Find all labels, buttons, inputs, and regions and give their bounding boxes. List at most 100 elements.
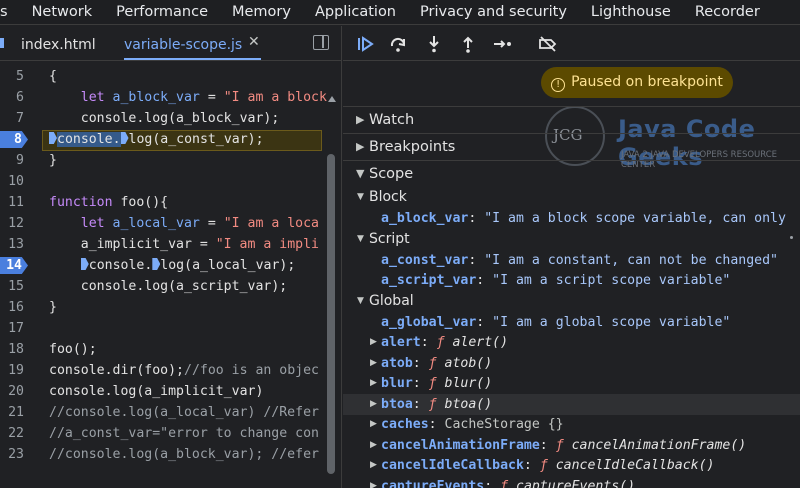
line-number[interactable]: 5 [0,66,24,87]
scrollbar-indicator[interactable] [790,236,793,239]
scroll-up-icon[interactable] [328,96,336,102]
tab-network[interactable]: Network [32,0,93,24]
file-tab-variable-scope-js[interactable]: variable-scope.js [124,26,261,60]
scope-property-row[interactable]: a_const_var: "I am a constant, can not b… [343,250,800,271]
line-number[interactable]: 9 [0,150,24,171]
code-line[interactable]: 18 foo(); [0,339,326,360]
code-line[interactable]: 12 let a_local_var = "I am a loca [0,213,326,234]
code-line[interactable]: 6 let a_block_var = "I am a block [0,87,327,108]
scope-property-row[interactable]: a_script_var: "I am a script scope varia… [343,270,800,291]
property-value: CacheStorage {} [444,417,564,432]
expand-arrow-icon[interactable]: ▶ [370,414,377,435]
code-line[interactable]: 23 //console.log(a_block_var); //efer [0,444,326,465]
breakpoint-marker[interactable]: 8 [0,131,28,148]
scope-property-row[interactable]: ▶ btoa: ƒ btoa() [343,393,800,415]
line-number[interactable]: 19 [0,360,24,381]
code-token: //a_const_var="error to change con [49,426,319,441]
scrollbar-thumb[interactable] [327,154,335,474]
code-line[interactable]: 17 [0,318,326,339]
line-number[interactable]: 13 [0,234,24,255]
code-line[interactable]: 21 //console.log(a_local_var) //Refer [0,402,326,423]
scope-group-global[interactable]: ▼ Global [343,291,800,312]
code-token: //console.log(a_block_var); //efer [49,447,319,462]
editor-scrollbar[interactable] [326,96,336,488]
scope-property-row[interactable]: ▶ alert: ƒ alert() [343,332,800,353]
code-line[interactable]: 14 console. log(a_local_var); [0,255,326,276]
scope-property-row[interactable]: ▶ blur: ƒ blur() [343,373,800,394]
expand-arrow-icon[interactable]: ▶ [370,455,377,476]
deactivate-breakpoints-icon[interactable] [538,34,558,54]
line-number[interactable]: 21 [0,402,24,423]
code-token: } [49,300,57,315]
scope-property-row[interactable]: a_global_var: "I am a global scope varia… [343,312,800,333]
code-line[interactable]: 16} [0,297,326,318]
scope-property-row[interactable]: ▶ caches: CacheStorage {} [343,414,800,435]
code-line[interactable]: 11 function foo(){ [0,192,326,213]
code-line[interactable]: 13 a_implicit_var = "I am a impli [0,234,326,255]
line-number[interactable]: 12 [0,213,24,234]
scope-group-block[interactable]: ▼ Block [343,187,800,208]
inline-breakpoint-icon[interactable] [80,258,89,270]
line-number[interactable]: 23 [0,444,24,465]
tab-privacy-and-security[interactable]: Privacy and security [420,0,567,24]
function-icon: ƒ [428,396,445,412]
line-number[interactable]: 20 [0,381,24,402]
inline-breakpoint-icon[interactable] [49,132,57,144]
scope-group-script[interactable]: ▼ Script [343,229,800,250]
code-line[interactable]: 5{ [0,66,326,87]
close-icon[interactable]: ✕ [248,34,260,50]
line-number[interactable]: 11 [0,192,24,213]
step-over-icon[interactable] [388,34,408,54]
tab-application[interactable]: Application [315,0,396,24]
step-out-icon[interactable] [458,34,478,54]
step-into-icon[interactable] [424,34,444,54]
step-icon[interactable] [493,34,513,54]
expand-arrow-icon[interactable]: ▶ [370,476,377,488]
tab-memory[interactable]: Memory [232,0,291,24]
expand-arrow-icon[interactable]: ▶ [370,394,377,415]
code-line[interactable]: 8 console. log(a_const_var); [0,129,326,150]
scope-property-row[interactable]: a_block_var: "I am a block scope variabl… [343,208,800,229]
tab-lighthouse[interactable]: Lighthouse [591,0,671,24]
scope-property-row[interactable]: ▶ atob: ƒ atob() [343,353,800,374]
expand-arrow-icon[interactable]: ▶ [370,332,377,353]
scope-property-row[interactable]: ▶ cancelIdleCallback: ƒ cancelIdleCallbac… [343,455,800,476]
resume-icon[interactable] [355,34,375,54]
inline-breakpoint-icon[interactable] [120,132,129,144]
code-line[interactable]: 22 //a_const_var="error to change con [0,423,326,444]
code-text: } [49,297,57,318]
watch-section-header[interactable]: ▶ Watch [343,106,800,132]
line-number[interactable]: 17 [0,318,24,339]
code-line[interactable]: 15 console.log(a_script_var); [0,276,326,297]
scope-property-row[interactable]: ▶ cancelAnimationFrame: ƒ cancelAnimation… [343,435,800,456]
code-line[interactable]: 7 console.log(a_block_var); [0,108,326,129]
line-number[interactable]: 22 [0,423,24,444]
code-line[interactable]: 20 console.log(a_implicit_var) [0,381,326,402]
line-number[interactable]: 18 [0,339,24,360]
expand-arrow-icon[interactable]: ▶ [370,435,377,456]
code-line[interactable]: 19 console.dir(foo);//foo is an objec [0,360,326,381]
line-number[interactable]: 15 [0,276,24,297]
code-line[interactable]: 9} [0,150,326,171]
file-tab-bar: index.html variable-scope.js ✕ [0,26,341,61]
line-number[interactable]: 16 [0,297,24,318]
tab-sources[interactable]: s [0,0,8,24]
code-editor[interactable]: 5{6 let a_block_var = "I am a block 7 con… [0,62,341,488]
line-number[interactable]: 7 [0,108,24,129]
line-number[interactable]: 6 [0,87,24,108]
breakpoints-section-header[interactable]: ▶ Breakpoints [343,133,800,159]
toggle-sidebar-icon[interactable] [313,35,329,50]
expand-arrow-icon[interactable]: ▶ [370,373,377,394]
code-text: console. log(a_const_var); [49,129,264,150]
scope-section-header[interactable]: ▼ Scope [343,160,800,186]
breakpoint-marker[interactable]: 14 [0,257,28,274]
expand-arrow-icon[interactable]: ▶ [370,353,377,374]
tab-performance[interactable]: Performance [116,0,208,24]
line-number[interactable]: 10 [0,171,24,192]
code-line[interactable]: 10 [0,171,326,192]
code-token: } [49,153,57,168]
scope-property-row[interactable]: ▶ captureEvents: ƒ captureEvents() [343,476,800,488]
file-tab-index-html[interactable]: index.html [21,26,96,60]
tab-recorder[interactable]: Recorder [695,0,760,24]
scope-property: caches: CacheStorage {} [381,414,564,435]
